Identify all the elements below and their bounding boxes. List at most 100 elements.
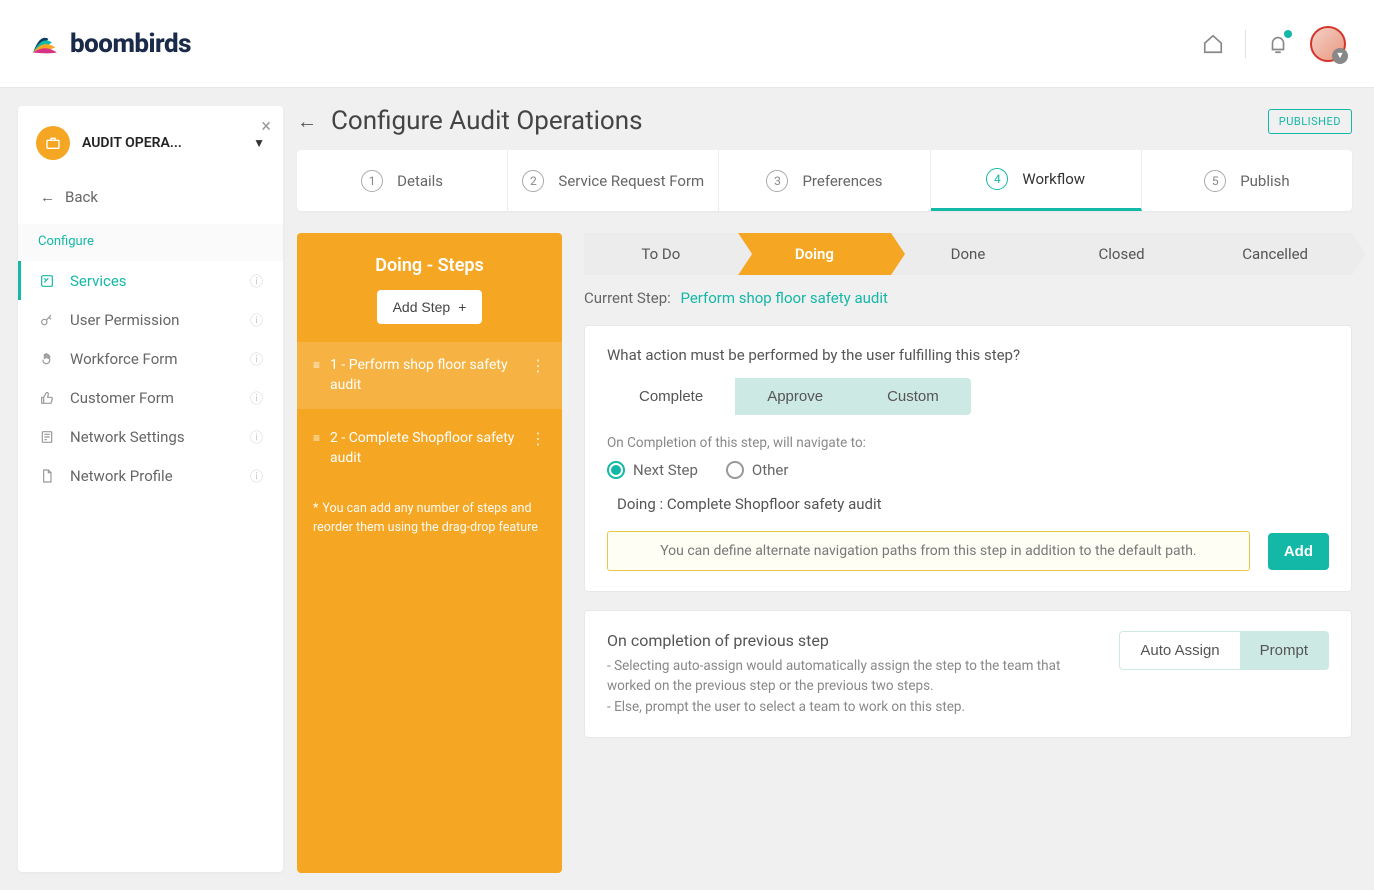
sidebar-item-label: Customer Form [70,389,174,407]
navigate-target: Doing : Complete Shopfloor safety audit [617,495,1329,513]
assign-desc-2: - Else, prompt the user to select a team… [607,697,1099,717]
notification-dot [1284,30,1292,38]
plus-icon: + [458,299,466,315]
document-icon [38,468,56,484]
sidebar-item-customer-form[interactable]: Customer Form ⓘ [18,378,283,417]
navigate-radio-group: Next Step Other [607,461,1329,479]
divider [1245,30,1246,58]
sidebar-item-label: Services [70,272,127,290]
tab-publish[interactable]: 5Publish [1142,150,1352,211]
completion-label: On Completion of this step, will navigat… [607,435,1329,451]
topbar-actions: ▼ [1201,26,1346,62]
info-icon[interactable]: ⓘ [250,388,263,407]
close-icon[interactable]: × [261,116,271,137]
action-custom-button[interactable]: Custom [855,378,971,415]
tab-details[interactable]: 1Details [297,150,508,211]
tab-service-request-form[interactable]: 2Service Request Form [508,150,719,211]
assign-title: On completion of previous step [607,631,1099,650]
sidebar-item-label: Network Settings [70,428,185,446]
steps-panel: Doing - Steps Add Step + ≡ 1 - Perform s… [297,233,562,873]
info-icon[interactable]: ⓘ [250,427,263,446]
sidebar: × AUDIT OPERA... ▼ ← Back Configure Serv… [18,106,283,872]
sidebar-item-services[interactable]: Services ⓘ [18,261,283,300]
kebab-icon[interactable]: ⋮ [530,356,546,375]
thumbs-up-icon [38,390,56,406]
sidebar-section-label: Configure [18,224,283,261]
prompt-button[interactable]: Prompt [1240,632,1328,669]
sidebar-item-network-settings[interactable]: Network Settings ⓘ [18,417,283,456]
info-icon[interactable]: ⓘ [250,349,263,368]
tab-workflow[interactable]: 4Workflow [931,150,1142,211]
content-area: ← Configure Audit Operations PUBLISHED 1… [283,88,1374,890]
info-icon[interactable]: ⓘ [250,466,263,485]
stage-todo[interactable]: To Do [584,233,738,275]
add-step-button[interactable]: Add Step + [377,290,483,324]
sidebar-item-label: Network Profile [70,467,173,485]
config-area: To Do Doing Done Closed Cancelled Curren… [584,233,1352,873]
action-question: What action must be performed by the use… [607,346,1329,364]
info-icon[interactable]: ⓘ [250,310,263,329]
sidebar-header-label: AUDIT OPERA... [82,135,241,151]
steps-title: Doing - Steps [313,255,546,276]
user-avatar[interactable]: ▼ [1310,26,1346,62]
stage-done[interactable]: Done [891,233,1045,275]
tab-preferences[interactable]: 3Preferences [719,150,930,211]
bell-icon[interactable] [1266,32,1290,56]
logo[interactable]: boombirds [28,27,191,61]
assign-card: On completion of previous step - Selecti… [584,610,1352,738]
wizard-tabs: 1Details 2Service Request Form 3Preferen… [297,150,1352,211]
step-label: 1 - Perform shop floor safety audit [330,356,520,395]
drag-handle-icon[interactable]: ≡ [313,358,320,372]
settings-icon [38,429,56,445]
drag-handle-icon[interactable]: ≡ [313,431,320,445]
chevron-down-icon: ▼ [1332,48,1348,64]
action-segmented: Complete Approve Custom [607,378,971,415]
logo-text: boombirds [70,29,191,59]
add-button[interactable]: Add [1268,533,1329,570]
current-step: Current Step: Perform shop floor safety … [584,289,1352,307]
step-item[interactable]: ≡ 1 - Perform shop floor safety audit ⋮ [297,342,562,409]
sidebar-item-label: Workforce Form [70,350,178,368]
assign-segmented: Auto Assign Prompt [1119,631,1329,670]
auto-assign-button[interactable]: Auto Assign [1120,632,1239,669]
workflow-body: Doing - Steps Add Step + ≡ 1 - Perform s… [297,233,1352,873]
stage-cancelled[interactable]: Cancelled [1198,233,1352,275]
briefcase-icon [36,126,70,160]
asterisk-icon: * [313,501,318,516]
sidebar-header[interactable]: AUDIT OPERA... ▼ [18,120,283,178]
arrow-left-icon[interactable]: ← [297,109,317,134]
action-card: What action must be performed by the use… [584,325,1352,592]
steps-hint: *You can add any number of steps and reo… [297,482,562,556]
alt-path-hint: You can define alternate navigation path… [607,531,1250,571]
status-badge: PUBLISHED [1268,109,1352,134]
key-icon [38,312,56,328]
sidebar-item-workforce-form[interactable]: Workforce Form ⓘ [18,339,283,378]
radio-next-step[interactable]: Next Step [607,461,698,479]
current-step-name: Perform shop floor safety audit [680,289,887,307]
chevron-down-icon[interactable]: ▼ [253,136,265,150]
sidebar-item-user-permission[interactable]: User Permission ⓘ [18,300,283,339]
step-label: 2 - Complete Shopfloor safety audit [330,429,520,468]
assign-desc-1: - Selecting auto-assign would automatica… [607,656,1099,697]
arrow-left-icon: ← [40,188,55,206]
stage-breadcrumb: To Do Doing Done Closed Cancelled [584,233,1352,275]
services-icon [38,273,56,289]
action-complete-button[interactable]: Complete [607,378,735,415]
hand-icon [38,351,56,367]
kebab-icon[interactable]: ⋮ [530,429,546,448]
page-title: Configure Audit Operations [331,106,643,136]
home-icon[interactable] [1201,32,1225,56]
step-item[interactable]: ≡ 2 - Complete Shopfloor safety audit ⋮ [297,415,562,482]
stage-doing[interactable]: Doing [738,233,892,275]
sidebar-item-network-profile[interactable]: Network Profile ⓘ [18,456,283,495]
radio-other[interactable]: Other [726,461,789,479]
info-icon[interactable]: ⓘ [250,271,263,290]
logo-icon [28,27,62,61]
stage-closed[interactable]: Closed [1045,233,1199,275]
action-approve-button[interactable]: Approve [735,378,855,415]
topbar: boombirds ▼ [0,0,1374,88]
sidebar-item-label: User Permission [70,311,179,329]
page-header: ← Configure Audit Operations PUBLISHED [297,106,1352,136]
back-label: Back [65,188,98,206]
back-button[interactable]: ← Back [18,178,283,224]
